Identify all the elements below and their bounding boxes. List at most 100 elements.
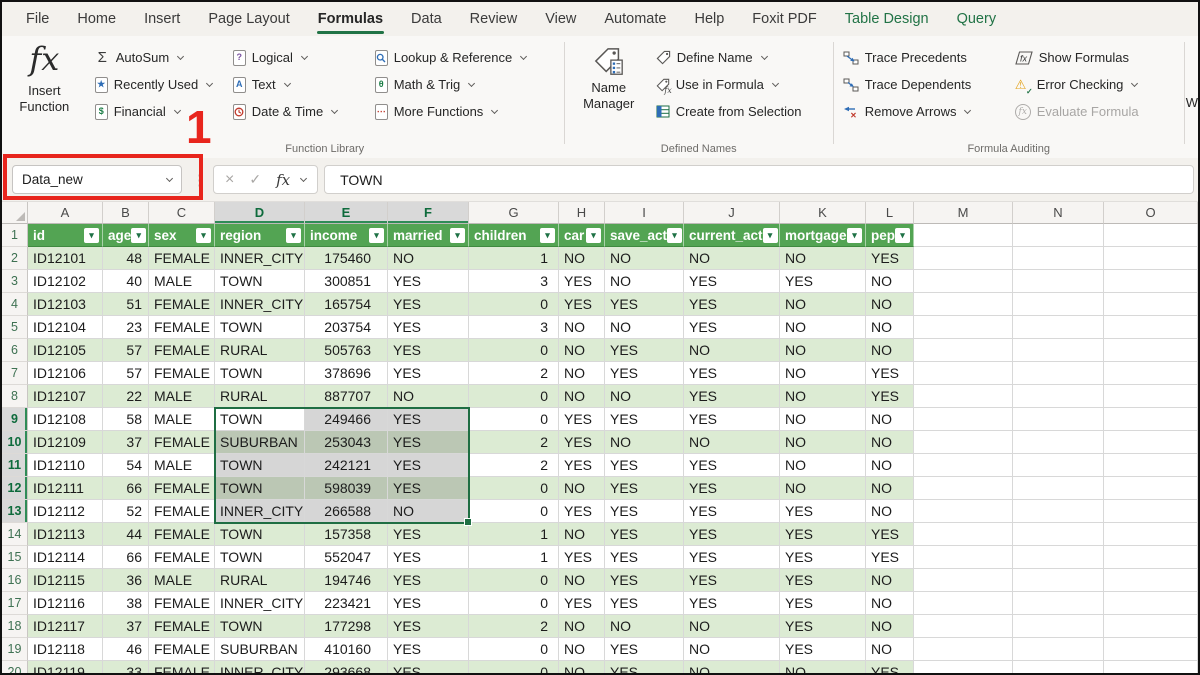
- cell-I20[interactable]: YES: [605, 661, 684, 673]
- cell-I2[interactable]: NO: [605, 247, 684, 270]
- cell-C15[interactable]: FEMALE: [149, 546, 215, 569]
- table-header-pep[interactable]: pep▾: [866, 224, 914, 247]
- cell-J8[interactable]: YES: [684, 385, 780, 408]
- cell-N1[interactable]: [1013, 224, 1104, 247]
- tab-automate[interactable]: Automate: [590, 2, 680, 36]
- cell-O7[interactable]: [1104, 362, 1198, 385]
- cell-H19[interactable]: NO: [559, 638, 605, 661]
- filter-icon[interactable]: ▾: [763, 228, 778, 243]
- ribbon-button-autosum[interactable]: ΣAutoSum: [89, 44, 227, 71]
- row-header-5[interactable]: 5: [2, 316, 28, 339]
- cell-M7[interactable]: [914, 362, 1013, 385]
- tab-data[interactable]: Data: [397, 2, 456, 36]
- cell-M17[interactable]: [914, 592, 1013, 615]
- cell-G17[interactable]: 0: [469, 592, 559, 615]
- cell-J10[interactable]: NO: [684, 431, 780, 454]
- cell-H4[interactable]: YES: [559, 293, 605, 316]
- cell-K20[interactable]: NO: [780, 661, 866, 673]
- row-header-11[interactable]: 11: [2, 454, 28, 477]
- cell-I10[interactable]: NO: [605, 431, 684, 454]
- cell-B2[interactable]: 48: [103, 247, 149, 270]
- cell-N3[interactable]: [1013, 270, 1104, 293]
- cell-G6[interactable]: 0: [469, 339, 559, 362]
- cell-O16[interactable]: [1104, 569, 1198, 592]
- cell-E8[interactable]: 887707: [305, 385, 388, 408]
- cell-F19[interactable]: YES: [388, 638, 469, 661]
- column-header-H[interactable]: H: [559, 202, 605, 224]
- column-header-J[interactable]: J: [684, 202, 780, 224]
- cell-N17[interactable]: [1013, 592, 1104, 615]
- cell-C8[interactable]: MALE: [149, 385, 215, 408]
- cell-C17[interactable]: FEMALE: [149, 592, 215, 615]
- cell-E16[interactable]: 194746: [305, 569, 388, 592]
- cell-A16[interactable]: ID12115: [28, 569, 103, 592]
- filter-icon[interactable]: ▾: [286, 228, 301, 243]
- cell-A15[interactable]: ID12114: [28, 546, 103, 569]
- cell-M19[interactable]: [914, 638, 1013, 661]
- tab-table-design[interactable]: Table Design: [831, 2, 943, 36]
- cell-F11[interactable]: YES: [388, 454, 469, 477]
- column-header-K[interactable]: K: [780, 202, 866, 224]
- enter-icon[interactable]: ✓: [249, 171, 261, 188]
- cell-C14[interactable]: FEMALE: [149, 523, 215, 546]
- cell-M1[interactable]: [914, 224, 1013, 247]
- cell-N4[interactable]: [1013, 293, 1104, 316]
- cell-B13[interactable]: 52: [103, 500, 149, 523]
- cell-J4[interactable]: YES: [684, 293, 780, 316]
- tab-help[interactable]: Help: [680, 2, 738, 36]
- cell-G4[interactable]: 0: [469, 293, 559, 316]
- cell-L11[interactable]: NO: [866, 454, 914, 477]
- column-header-C[interactable]: C: [149, 202, 215, 224]
- cell-H6[interactable]: NO: [559, 339, 605, 362]
- cell-M14[interactable]: [914, 523, 1013, 546]
- cell-F8[interactable]: NO: [388, 385, 469, 408]
- cell-A2[interactable]: ID12101: [28, 247, 103, 270]
- cell-D18[interactable]: TOWN: [215, 615, 305, 638]
- cell-K9[interactable]: NO: [780, 408, 866, 431]
- cell-O8[interactable]: [1104, 385, 1198, 408]
- tab-page-layout[interactable]: Page Layout: [194, 2, 303, 36]
- row-header-16[interactable]: 16: [2, 569, 28, 592]
- cell-O5[interactable]: [1104, 316, 1198, 339]
- cell-L7[interactable]: YES: [866, 362, 914, 385]
- cell-E19[interactable]: 410160: [305, 638, 388, 661]
- cell-E20[interactable]: 293668: [305, 661, 388, 673]
- cell-M9[interactable]: [914, 408, 1013, 431]
- cell-A10[interactable]: ID12109: [28, 431, 103, 454]
- cell-E5[interactable]: 203754: [305, 316, 388, 339]
- tab-review[interactable]: Review: [456, 2, 532, 36]
- cell-J9[interactable]: YES: [684, 408, 780, 431]
- tab-formulas[interactable]: Formulas: [304, 2, 397, 36]
- cell-I12[interactable]: YES: [605, 477, 684, 500]
- column-header-G[interactable]: G: [469, 202, 559, 224]
- cell-L10[interactable]: NO: [866, 431, 914, 454]
- table-header-age[interactable]: age▾: [103, 224, 149, 247]
- cell-E15[interactable]: 552047: [305, 546, 388, 569]
- cell-F17[interactable]: YES: [388, 592, 469, 615]
- cell-E9[interactable]: 249466: [305, 408, 388, 431]
- cell-I5[interactable]: NO: [605, 316, 684, 339]
- row-header-1[interactable]: 1: [2, 224, 28, 247]
- cell-L4[interactable]: NO: [866, 293, 914, 316]
- row-header-2[interactable]: 2: [2, 247, 28, 270]
- cell-I19[interactable]: YES: [605, 638, 684, 661]
- cell-M10[interactable]: [914, 431, 1013, 454]
- cell-O19[interactable]: [1104, 638, 1198, 661]
- cell-H5[interactable]: NO: [559, 316, 605, 339]
- cell-O15[interactable]: [1104, 546, 1198, 569]
- cell-D3[interactable]: TOWN: [215, 270, 305, 293]
- column-header-O[interactable]: O: [1104, 202, 1198, 224]
- table-header-income[interactable]: income▾: [305, 224, 388, 247]
- row-header-17[interactable]: 17: [2, 592, 28, 615]
- cell-O4[interactable]: [1104, 293, 1198, 316]
- ribbon-button-financial[interactable]: $Financial: [89, 98, 227, 125]
- cell-M18[interactable]: [914, 615, 1013, 638]
- cell-E6[interactable]: 505763: [305, 339, 388, 362]
- cell-H18[interactable]: NO: [559, 615, 605, 638]
- cell-D12[interactable]: TOWN: [215, 477, 305, 500]
- cell-K11[interactable]: NO: [780, 454, 866, 477]
- cell-N19[interactable]: [1013, 638, 1104, 661]
- ribbon-button-remove-arrows[interactable]: ×Remove Arrows: [837, 98, 1009, 125]
- cell-N20[interactable]: [1013, 661, 1104, 673]
- cell-E13[interactable]: 266588: [305, 500, 388, 523]
